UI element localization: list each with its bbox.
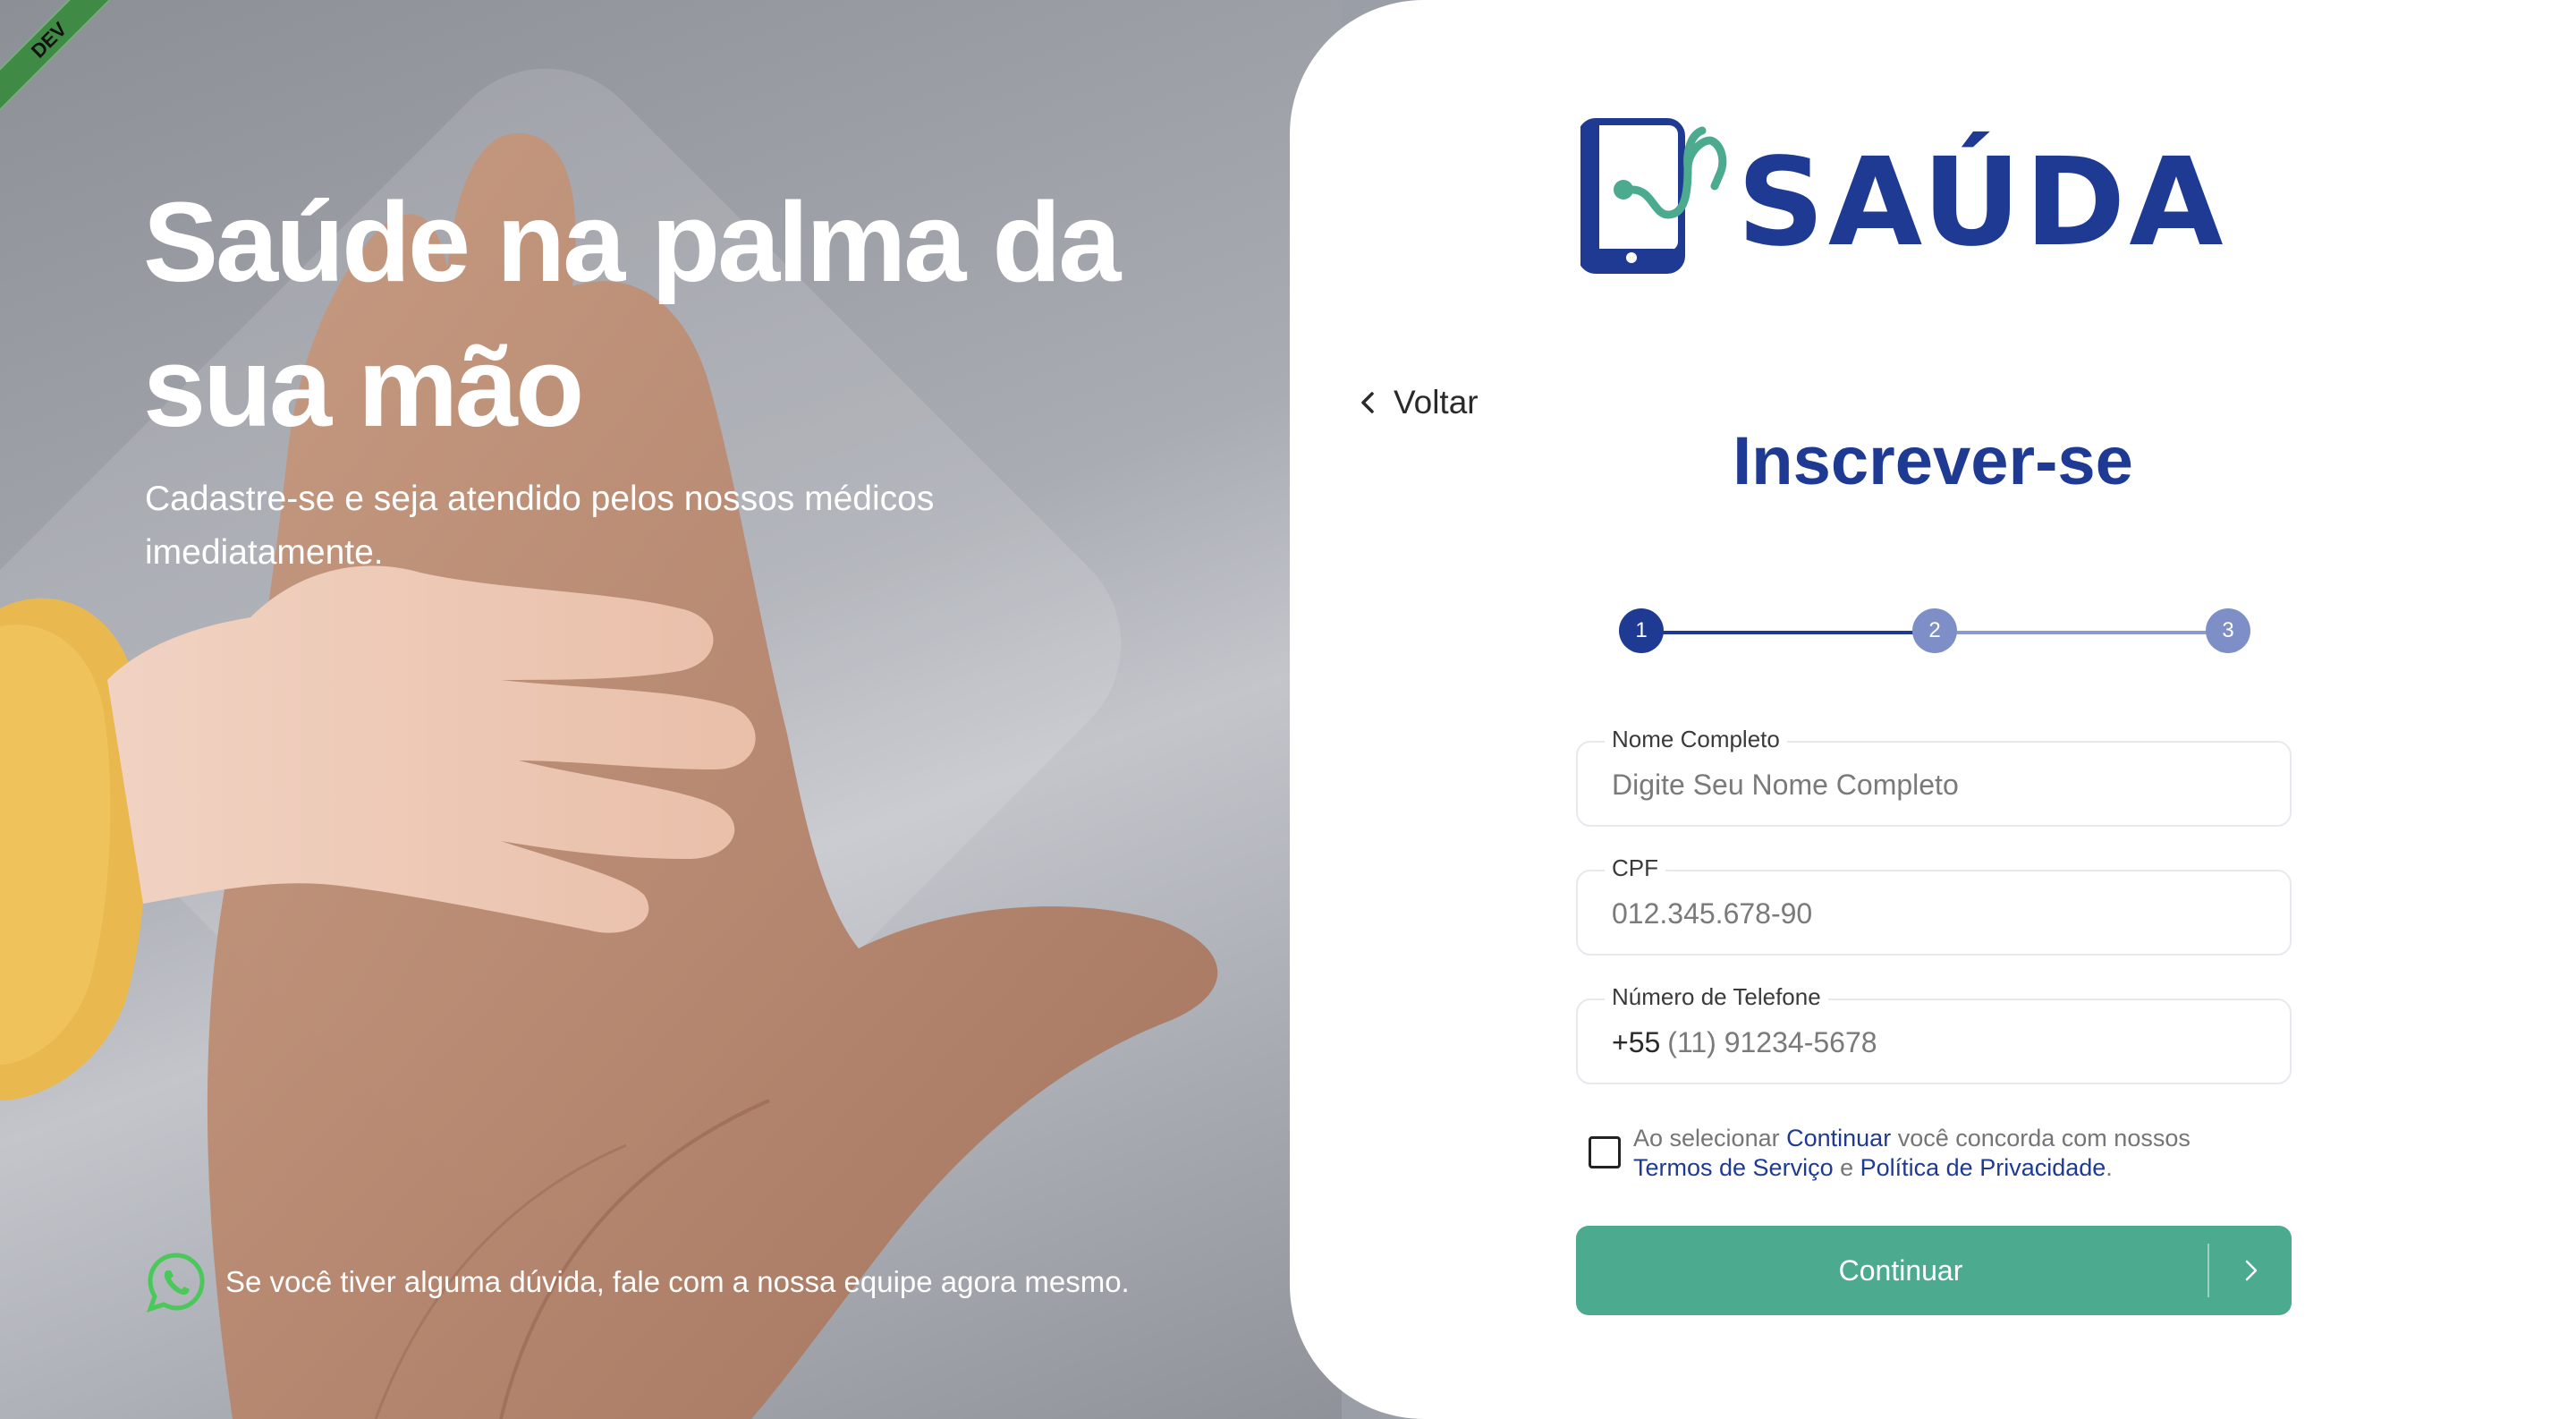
phone-row: +55 <box>1612 1020 2205 1065</box>
step-2: 2 <box>1912 608 1957 653</box>
phone-field: Número de Telefone +55 <box>1576 981 2292 1084</box>
cpf-input[interactable] <box>1612 891 2256 936</box>
svg-text:SAÚDA: SAÚDA <box>1737 132 2227 274</box>
continue-button[interactable]: Continuar <box>1576 1226 2292 1315</box>
help-text: Se você tiver alguma dúvida, fale com a … <box>225 1265 1130 1298</box>
whatsapp-icon[interactable] <box>145 1251 208 1313</box>
continue-label: Continuar <box>1838 1254 1963 1287</box>
continue-link[interactable]: Continuar <box>1786 1125 1891 1151</box>
hero-section: DEV Saúde na palma da sua mão Cadastre-s… <box>0 0 1342 1419</box>
terms-of-service-link[interactable]: Termos de Serviço <box>1633 1154 1834 1181</box>
terms-checkbox[interactable] <box>1589 1136 1621 1168</box>
stepper-line-completed <box>1642 631 1937 634</box>
full-name-input[interactable] <box>1612 762 2256 807</box>
chevron-left-icon <box>1361 392 1374 413</box>
hero-subtitle: Cadastre-se e seja atendido pelos nossos… <box>145 480 935 572</box>
country-code: +55 <box>1612 1025 1661 1058</box>
full-name-field: Nome Completo <box>1576 723 2292 827</box>
progress-stepper: 1 2 3 <box>1619 608 2250 655</box>
terms-text: Ao selecionar Continuar você concorda co… <box>1633 1125 2190 1181</box>
button-divider <box>2207 1244 2209 1297</box>
sauda-logo: SAÚDA <box>1580 118 2227 274</box>
privacy-policy-link[interactable]: Política de Privacidade <box>1860 1154 2106 1181</box>
back-label: Voltar <box>1394 384 1479 421</box>
step-1: 1 <box>1619 608 1664 653</box>
cpf-field: CPF <box>1576 852 2292 956</box>
step-3: 3 <box>2206 608 2250 653</box>
phone-input[interactable] <box>1667 1020 2205 1065</box>
chevron-right-icon <box>2245 1260 2258 1281</box>
hero-title: Saúde na palma da sua mão <box>143 179 1121 450</box>
form-title: Inscrever-se <box>1733 423 2133 499</box>
signup-panel: SAÚDA Voltar Inscrever-se 1 2 3 Nome Com… <box>1290 0 2576 1419</box>
stepper-line-pending <box>1937 631 2231 634</box>
cpf-label: CPF <box>1605 852 1665 884</box>
phone-label: Número de Telefone <box>1605 981 1828 1013</box>
full-name-label: Nome Completo <box>1605 723 1787 755</box>
